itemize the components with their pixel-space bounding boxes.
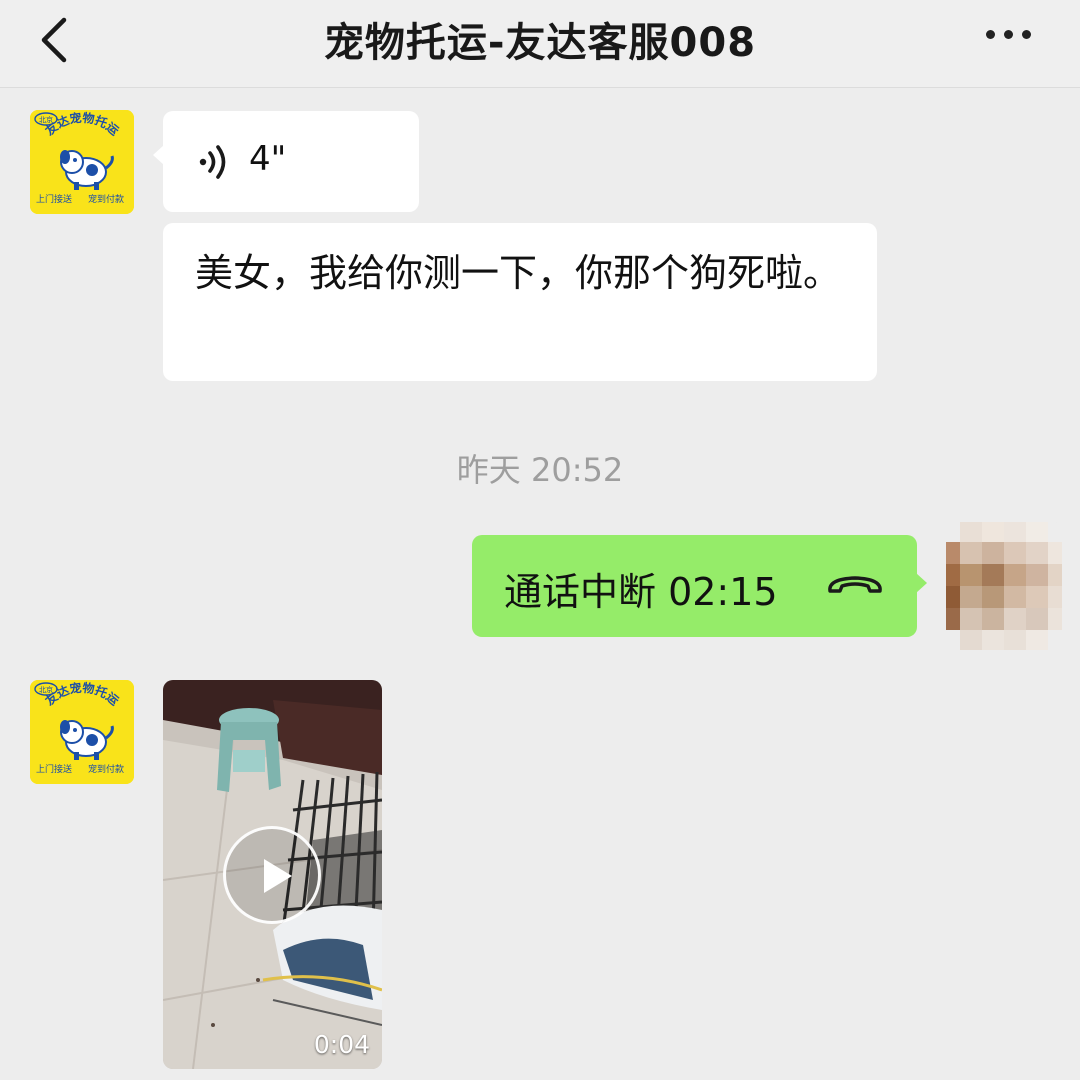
contact-avatar[interactable]: 北京 友达宠物托运 上门接送 宠到付款 (30, 680, 134, 784)
pet-logo-icon: 北京 友达宠物托运 上门接送 宠到付款 (30, 680, 134, 784)
chat-header: 宠物托运-友达客服008 (0, 0, 1080, 88)
chat-screen: 宠物托运-友达客服008 北京 友达宠物托运 上门接送 宠到付款 4" 美女，我… (0, 0, 1080, 1080)
bubble-tail (916, 573, 927, 593)
pixelated-avatar-image (946, 522, 1062, 658)
contact-avatar[interactable]: 北京 友达宠物托运 上门接送 宠到付款 (30, 110, 134, 214)
call-status-text: 通话中断 02:15 (504, 570, 778, 614)
avatar-right-tag: 宠到付款 (88, 763, 124, 775)
play-button[interactable] (223, 826, 321, 924)
video-duration: 0:04 (313, 1030, 370, 1059)
bubble-tail (153, 145, 164, 165)
more-button[interactable] (980, 18, 1040, 50)
user-avatar[interactable] (946, 522, 1062, 658)
call-record-bubble[interactable]: 通话中断 02:15 (472, 535, 927, 637)
chat-title: 宠物托运-友达客服008 (323, 20, 757, 66)
more-dot (1004, 30, 1013, 39)
message-text: 美女，我给你测一下，你那个狗死啦。 (195, 251, 842, 295)
message-timestamp: 昨天 20:52 (456, 451, 624, 489)
more-dots-icon (986, 30, 995, 39)
text-message-bubble[interactable]: 美女，我给你测一下，你那个狗死啦。 (163, 223, 877, 381)
video-message[interactable]: 0:04 (163, 680, 382, 1069)
avatar-left-tag: 上门接送 (36, 193, 72, 205)
more-dot (1022, 30, 1031, 39)
voice-duration: 4" (249, 139, 287, 179)
voice-wave-icon (199, 145, 226, 179)
pet-logo-icon: 北京 友达宠物托运 上门接送 宠到付款 (30, 110, 134, 214)
phone-hangup-icon (828, 576, 882, 593)
play-icon (264, 859, 292, 893)
avatar-right-tag: 宠到付款 (88, 193, 124, 205)
voice-message-bubble[interactable]: 4" (153, 111, 419, 212)
avatar-left-tag: 上门接送 (36, 763, 72, 775)
